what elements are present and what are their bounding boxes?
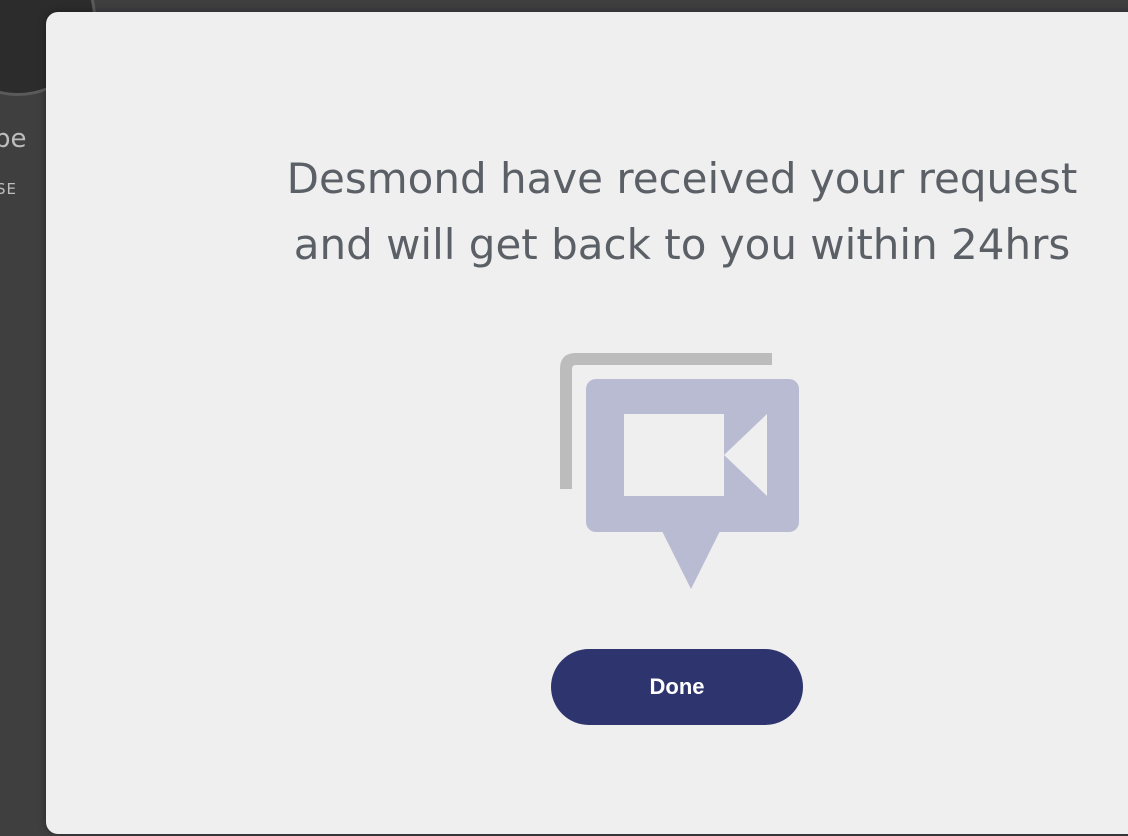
video-chat-icon-bubble-tail	[662, 531, 720, 589]
done-button[interactable]: Done	[551, 649, 803, 725]
message-line-2: and will get back to you within 24hrs	[293, 220, 1071, 269]
message-line-1: Desmond have received your request	[286, 154, 1078, 203]
video-chat-icon	[560, 353, 799, 589]
video-chat-icon-camera-body	[624, 414, 724, 496]
background-label-text: SE	[0, 180, 17, 198]
confirmation-modal: Desmond have received your request and w…	[46, 12, 1128, 834]
background-name-text: pe	[0, 124, 27, 154]
confirmation-message: Desmond have received your request and w…	[232, 146, 1128, 278]
